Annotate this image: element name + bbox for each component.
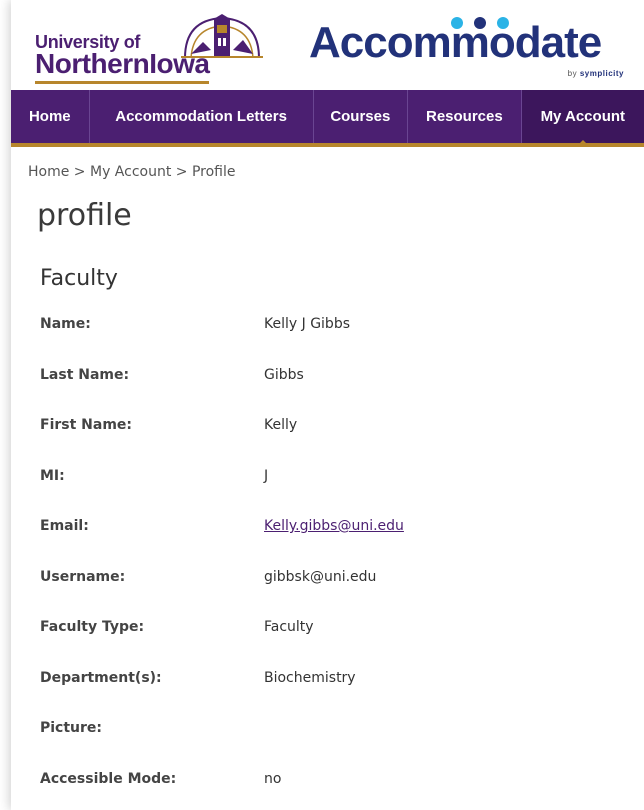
nav-my-account[interactable]: My Account: [521, 90, 644, 147]
field-label: Faculty Type:: [40, 619, 145, 635]
page-title: profile: [37, 198, 132, 233]
field-value: Kelly J Gibbs: [264, 316, 350, 332]
nav-home[interactable]: Home: [11, 90, 90, 143]
field-label: Email:: [40, 518, 89, 534]
field-label: MI:: [40, 468, 65, 484]
nav-accommodation-letters-label: Accommodation Letters: [115, 108, 287, 125]
nav-resources[interactable]: Resources: [408, 90, 522, 143]
field-mi: MI: J: [40, 468, 630, 492]
site-header: University of NorthernIowa Accommodate b…: [11, 0, 644, 90]
breadcrumb-home[interactable]: Home: [28, 164, 69, 180]
active-caret-icon: [575, 140, 590, 147]
accommodate-logo[interactable]: Accommodate by symplicity: [309, 14, 639, 84]
field-faculty-type: Faculty Type: Faculty: [40, 619, 630, 643]
field-last-name: Last Name: Gibbs: [40, 367, 630, 391]
field-value: Gibbs: [264, 367, 304, 383]
symplicity-credit: by symplicity: [568, 69, 624, 78]
main-nav: Home Accommodation Letters Courses Resou…: [11, 90, 644, 147]
field-label: Accessible Mode:: [40, 771, 177, 787]
university-logo[interactable]: University of NorthernIowa: [35, 14, 265, 86]
page-frame: University of NorthernIowa Accommodate b…: [11, 0, 644, 810]
breadcrumb-my-account[interactable]: My Account: [90, 164, 171, 180]
field-value: Faculty: [264, 619, 314, 635]
field-departments: Department(s): Biochemistry: [40, 670, 630, 694]
email-link[interactable]: Kelly.gibbs@uni.edu: [264, 518, 404, 534]
field-label: Last Name:: [40, 367, 130, 383]
field-first-name: First Name: Kelly: [40, 417, 630, 441]
university-name-line2: NorthernIowa: [35, 48, 210, 84]
nav-accommodation-letters[interactable]: Accommodation Letters: [90, 90, 314, 143]
nav-resources-label: Resources: [425, 108, 503, 125]
field-value: Biochemistry: [264, 670, 356, 686]
field-picture: Picture:: [40, 720, 630, 744]
section-title: Faculty: [40, 266, 118, 291]
field-email: Email: Kelly.gibbs@uni.edu: [40, 518, 630, 542]
nav-courses[interactable]: Courses: [314, 90, 409, 143]
field-value: J: [264, 468, 269, 484]
field-label: Username:: [40, 569, 126, 585]
breadcrumb-current: Profile: [191, 164, 236, 180]
field-value: gibbsk@uni.edu: [264, 569, 377, 585]
field-accessible-mode: Accessible Mode: no: [40, 771, 630, 795]
field-label: First Name:: [40, 417, 133, 433]
nav-my-account-label: My Account: [540, 108, 626, 125]
field-label: Department(s):: [40, 670, 162, 686]
breadcrumb: Home > My Account > Profile: [28, 164, 236, 180]
by-text: by: [567, 69, 578, 78]
field-username: Username: gibbsk@uni.edu: [40, 569, 630, 593]
field-value: Kelly: [264, 417, 298, 433]
field-label: Name:: [40, 316, 91, 332]
breadcrumb-separator: >: [175, 164, 188, 180]
breadcrumb-separator: >: [73, 164, 86, 180]
field-value: no: [264, 771, 282, 787]
field-name: Name: Kelly J Gibbs: [40, 316, 630, 340]
nav-courses-label: Courses: [330, 108, 391, 125]
nav-home-label: Home: [28, 108, 71, 125]
people-icon: [451, 17, 509, 29]
symplicity-name: symplicity: [579, 69, 624, 78]
field-label: Picture:: [40, 720, 103, 736]
